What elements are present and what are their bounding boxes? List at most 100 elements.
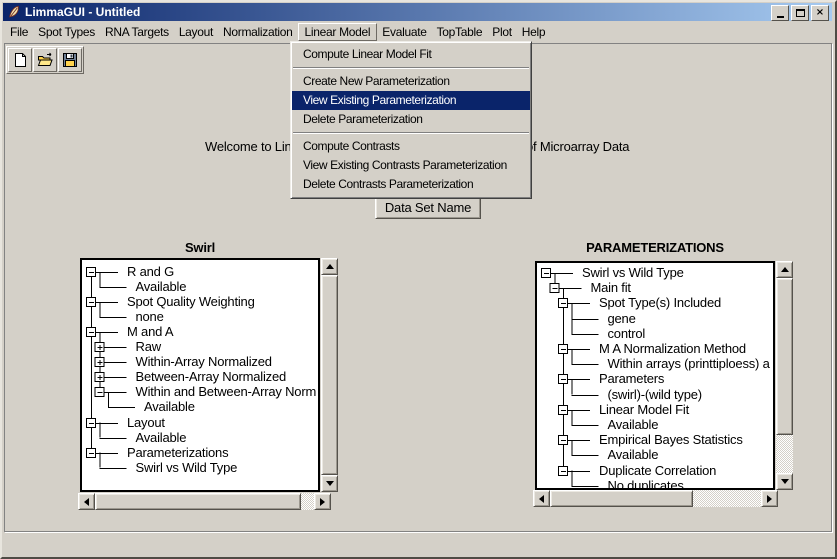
scroll-up-button[interactable]	[776, 261, 793, 278]
menubar-item-normalization[interactable]: Normalization	[218, 23, 297, 41]
scrollbar-track[interactable]	[776, 278, 793, 473]
tree-item[interactable]: Available	[136, 279, 187, 294]
tree-item[interactable]: No duplicates	[608, 478, 684, 490]
menubar-item-linear-model[interactable]: Linear Model	[298, 23, 378, 41]
toolbar	[6, 46, 84, 74]
scrollbar-thumb[interactable]	[550, 490, 693, 507]
menubar-item-spot-types[interactable]: Spot Types	[33, 23, 100, 41]
tree-item[interactable]: Available	[608, 417, 659, 432]
linear-model-menu: Compute Linear Model Fit Create New Para…	[290, 41, 532, 199]
menubar-item-toptable[interactable]: TopTable	[432, 23, 488, 41]
tree-item[interactable]: Within and Between-Array Norm	[136, 384, 317, 399]
menu-item-view-existing-contrasts-parameterization[interactable]: View Existing Contrasts Parameterization	[292, 156, 530, 175]
data-set-name-button[interactable]: Data Set Name	[375, 196, 481, 219]
scroll-down-button[interactable]	[776, 473, 793, 490]
menubar-item-plot[interactable]: Plot	[487, 23, 516, 41]
save-floppy-icon	[62, 52, 78, 68]
menubar-item-file[interactable]: File	[5, 23, 33, 41]
close-icon: ×	[816, 8, 824, 18]
left-tree-horizontal-scrollbar[interactable]	[78, 493, 331, 510]
scrollbar-track[interactable]	[321, 275, 338, 475]
scrollbar-thumb[interactable]	[776, 278, 793, 435]
menubar-item-evaluate[interactable]: Evaluate	[377, 23, 431, 41]
menu-item-delete-contrasts-parameterization[interactable]: Delete Contrasts Parameterization	[292, 175, 530, 194]
window-title: LimmaGUI - Untitled	[25, 5, 140, 19]
tree-item[interactable]: Spot Type(s) Included	[599, 295, 721, 310]
tree-item[interactable]: Available	[136, 430, 187, 445]
right-tree[interactable]: Swirl vs Wild TypeMain fitSpot Type(s) I…	[535, 261, 775, 490]
titlebar[interactable]: LimmaGUI - Untitled ×	[3, 3, 832, 21]
open-file-button[interactable]	[33, 48, 57, 72]
tree-item[interactable]: Between-Array Normalized	[136, 369, 287, 384]
window-controls: ×	[771, 5, 829, 21]
right-tree-title: PARAMETERIZATIONS	[535, 240, 775, 255]
menu-item-view-existing-parameterization[interactable]: View Existing Parameterization	[292, 91, 530, 110]
new-file-button[interactable]	[8, 48, 32, 72]
scrollbar-track[interactable]	[550, 490, 761, 507]
maximize-button[interactable]	[791, 5, 809, 21]
welcome-text-right: of Microarray Data	[526, 139, 629, 154]
tree-item[interactable]: Main fit	[591, 280, 631, 295]
menu-item-create-new-parameterization[interactable]: Create New Parameterization	[292, 72, 530, 91]
arrow-right-icon	[767, 495, 772, 503]
minimize-button[interactable]	[771, 5, 789, 21]
tree-item[interactable]: Parameters	[599, 371, 664, 386]
menu-item-compute-linear-model-fit[interactable]: Compute Linear Model Fit	[292, 45, 530, 64]
left-tree-title: Swirl	[80, 240, 320, 255]
tree-item[interactable]: none	[136, 309, 164, 324]
tree-item[interactable]: Within arrays (printtiploess) a	[608, 356, 770, 371]
scrollbar-track[interactable]	[95, 493, 314, 510]
menu-item-delete-parameterization[interactable]: Delete Parameterization	[292, 110, 530, 129]
right-tree-horizontal-scrollbar[interactable]	[533, 490, 778, 507]
open-folder-icon	[37, 52, 53, 68]
minimize-icon	[777, 16, 784, 18]
tree-item[interactable]: M A Normalization Method	[599, 341, 746, 356]
welcome-text-left: Welcome to Lin	[205, 139, 292, 154]
scroll-left-button[interactable]	[533, 490, 550, 507]
scroll-left-button[interactable]	[78, 493, 95, 510]
tree-item[interactable]: Within-Array Normalized	[136, 354, 272, 369]
left-tree-vertical-scrollbar[interactable]	[321, 258, 338, 492]
close-button[interactable]: ×	[811, 5, 829, 21]
arrow-down-icon	[781, 479, 789, 484]
app-window: LimmaGUI - Untitled × File Spot Types RN…	[0, 0, 837, 559]
tree-item[interactable]: Available	[608, 447, 659, 462]
tree-item[interactable]: Available	[144, 399, 195, 414]
menubar-item-rna-targets[interactable]: RNA Targets	[100, 23, 174, 41]
tree-item[interactable]: R and G	[127, 264, 174, 279]
tree-item[interactable]: Parameterizations	[127, 445, 228, 460]
tree-item[interactable]: (swirl)-(wild type)	[608, 387, 702, 402]
tree-item[interactable]: gene	[608, 311, 636, 326]
scroll-up-button[interactable]	[321, 258, 338, 275]
tree-item[interactable]: M and A	[127, 324, 173, 339]
new-document-icon	[12, 52, 28, 68]
scroll-down-button[interactable]	[321, 475, 338, 492]
scrollbar-thumb[interactable]	[95, 493, 301, 510]
arrow-up-icon	[781, 267, 789, 272]
tree-item[interactable]: Layout	[127, 415, 165, 430]
scrollbar-thumb[interactable]	[321, 275, 338, 475]
tree-item[interactable]: Swirl vs Wild Type	[582, 265, 684, 280]
tree-item[interactable]: Spot Quality Weighting	[127, 294, 255, 309]
menubar: File Spot Types RNA Targets Layout Norma…	[3, 21, 834, 42]
tree-item[interactable]: Empirical Bayes Statistics	[599, 432, 743, 447]
maximize-icon	[796, 9, 805, 17]
tree-item[interactable]: control	[608, 326, 646, 341]
tree-item[interactable]: Duplicate Correlation	[599, 463, 716, 478]
menubar-item-help[interactable]: Help	[517, 23, 550, 41]
arrow-left-icon	[84, 498, 89, 506]
arrow-left-icon	[539, 495, 544, 503]
tree-item[interactable]: Raw	[136, 339, 161, 354]
left-tree[interactable]: R and GAvailableSpot Quality Weightingno…	[80, 258, 320, 492]
save-file-button[interactable]	[58, 48, 82, 72]
tree-item[interactable]: Linear Model Fit	[599, 402, 689, 417]
scroll-right-button[interactable]	[314, 493, 331, 510]
scroll-right-button[interactable]	[761, 490, 778, 507]
arrow-up-icon	[326, 264, 334, 269]
arrow-down-icon	[326, 481, 334, 486]
tree-item[interactable]: Swirl vs Wild Type	[136, 460, 238, 475]
menubar-item-layout[interactable]: Layout	[174, 23, 218, 41]
tk-feather-icon	[7, 5, 21, 19]
right-tree-vertical-scrollbar[interactable]	[776, 261, 793, 490]
menu-item-compute-contrasts[interactable]: Compute Contrasts	[292, 137, 530, 156]
